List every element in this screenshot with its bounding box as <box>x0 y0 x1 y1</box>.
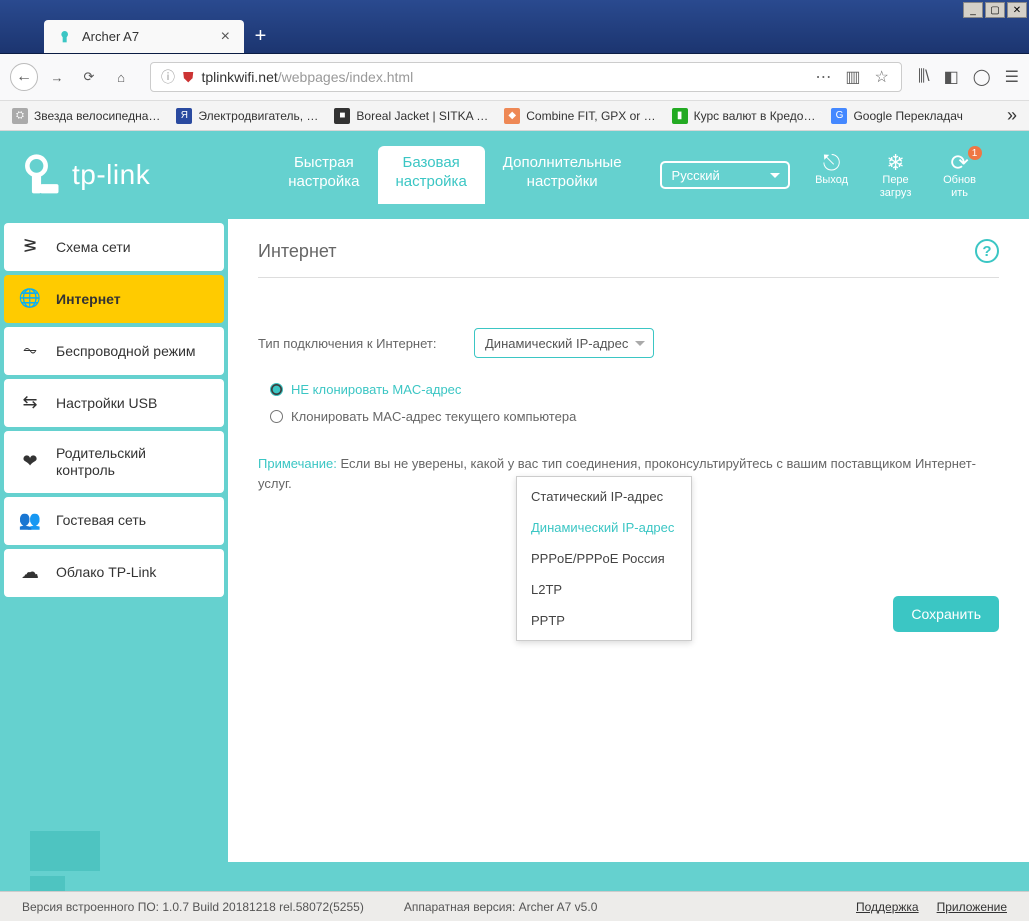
language-select[interactable]: Русский <box>660 161 790 189</box>
mac-option-clone[interactable]: Клонировать MAC-адрес текущего компьютер… <box>270 409 999 424</box>
back-button[interactable]: ← <box>10 63 38 91</box>
logo-text: tp-link <box>72 159 150 191</box>
globe-icon: 🌐 <box>20 289 40 309</box>
reboot-button[interactable]: ❄ Пере загруз <box>872 150 920 199</box>
reader-icon[interactable]: ▥ <box>845 67 862 87</box>
bookmark-item[interactable]: GGoogle Перекладач <box>831 108 962 124</box>
info-icon: ⓘ <box>161 67 175 87</box>
browser-toolbar: ← → ⟳ ⌂ ⓘ ⛊ tplinkwifi.net/webpages/inde… <box>0 54 1029 101</box>
tab-close-icon[interactable]: × <box>221 28 230 46</box>
tab-advanced[interactable]: Дополнительные настройки <box>485 146 640 204</box>
mac-option-noclone[interactable]: НЕ клонировать MAC-адрес <box>270 382 999 397</box>
wifi-icon: ⏦ <box>20 341 40 361</box>
update-icon: ⟳ <box>950 150 968 174</box>
url-host: tplinkwifi.net <box>202 69 278 85</box>
conn-type-select[interactable]: Динамический IP-адрес <box>474 328 654 358</box>
menu-icon[interactable]: ☰ <box>1005 67 1019 87</box>
favicon-tplink <box>58 29 74 45</box>
new-tab-button[interactable]: + <box>244 20 277 53</box>
sidebar-item-internet[interactable]: 🌐Интернет <box>4 275 224 323</box>
sidebar-item-usb[interactable]: ⇆Настройки USB <box>4 379 224 427</box>
library-icon[interactable]: ⫼\ <box>918 68 930 86</box>
network-map-icon: ᕒ <box>20 237 40 257</box>
cloud-icon: ☁ <box>20 563 40 583</box>
page-title: Интернет <box>258 241 337 262</box>
window-chrome: _ ▢ ✕ Archer A7 × + <box>0 0 1029 54</box>
insecure-icon: ⛊ <box>183 69 194 86</box>
bg-deco <box>30 831 100 871</box>
bookmarks-bar: ⛭Звезда велосипедна… ЯЭлектродвигатель, … <box>0 101 1029 131</box>
sidebar-item-cloud[interactable]: ☁Облако TP-Link <box>4 549 224 597</box>
support-link[interactable]: Поддержка <box>856 900 919 914</box>
mac-radio-clone[interactable] <box>270 410 283 423</box>
app-link[interactable]: Приложение <box>937 900 1007 914</box>
address-bar[interactable]: ⓘ ⛊ tplinkwifi.net/webpages/index.html ⋯… <box>150 62 902 92</box>
bookmark-item[interactable]: ■Boreal Jacket | SITKA … <box>334 108 488 124</box>
usb-icon: ⇆ <box>20 393 40 413</box>
conn-type-label: Тип подключения к Интернет: <box>258 336 474 351</box>
reload-button[interactable]: ⟳ <box>76 64 102 90</box>
router-page: tp-link Быстрая настройка Базовая настро… <box>0 131 1029 891</box>
conn-type-dropdown-list: Статический IP-адрес Динамический IP-адр… <box>516 476 692 641</box>
bookmark-item[interactable]: ▮Курс валют в Кредо… <box>672 108 816 124</box>
page-footer: Версия встроенного ПО: 1.0.7 Build 20181… <box>0 891 1029 921</box>
url-path: /webpages/index.html <box>278 69 413 85</box>
window-min-button[interactable]: _ <box>963 2 983 18</box>
reboot-icon: ❄ <box>886 150 904 174</box>
update-badge: 1 <box>968 146 982 160</box>
logout-button[interactable]: ⎋ Выход <box>808 150 856 199</box>
logo: tp-link <box>20 153 150 197</box>
logout-icon: ⎋ <box>823 150 840 174</box>
forward-button[interactable]: → <box>44 64 70 90</box>
account-icon[interactable]: ◯ <box>973 67 991 87</box>
bg-deco <box>30 876 65 891</box>
tab-quick-setup[interactable]: Быстрая настройка <box>270 146 377 204</box>
update-button[interactable]: 1 ⟳ Обнов ить <box>936 150 984 199</box>
page-header: tp-link Быстрая настройка Базовая настро… <box>0 131 1029 219</box>
save-button[interactable]: Сохранить <box>893 596 999 632</box>
tab-basic[interactable]: Базовая настройка <box>378 146 485 204</box>
window-max-button[interactable]: ▢ <box>985 2 1005 18</box>
sidebar-item-parental[interactable]: ❤Родительский контроль <box>4 431 224 493</box>
bookmark-item[interactable]: ⛭Звезда велосипедна… <box>12 108 160 124</box>
main-tabs: Быстрая настройка Базовая настройка Допо… <box>270 146 639 204</box>
heart-icon: ❤ <box>20 452 40 472</box>
sidebar-item-guest[interactable]: 👥Гостевая сеть <box>4 497 224 545</box>
conn-opt-l2tp[interactable]: L2TP <box>517 574 691 605</box>
conn-opt-static[interactable]: Статический IP-адрес <box>517 481 691 512</box>
mac-radio-noclone[interactable] <box>270 383 283 396</box>
bookmark-item[interactable]: ◆Combine FIT, GPX or … <box>504 108 655 124</box>
bookmarks-overflow-icon[interactable]: » <box>1007 105 1017 126</box>
hardware-version: Аппаратная версия: Archer A7 v5.0 <box>404 900 598 914</box>
firmware-version: Версия встроенного ПО: 1.0.7 Build 20181… <box>22 900 364 914</box>
users-icon: 👥 <box>20 511 40 531</box>
window-close-button[interactable]: ✕ <box>1007 2 1027 18</box>
tab-title: Archer A7 <box>82 29 139 44</box>
sidebar-item-wireless[interactable]: ⏦Беспроводной режим <box>4 327 224 375</box>
sidebar-item-network-map[interactable]: ᕒСхема сети <box>4 223 224 271</box>
conn-opt-dynamic[interactable]: Динамический IP-адрес <box>517 512 691 543</box>
sidebar-toggle-icon[interactable]: ◧ <box>944 67 959 87</box>
more-icon[interactable]: ⋯ <box>815 67 833 87</box>
conn-opt-pppoe[interactable]: PPPoE/PPPoE Россия <box>517 543 691 574</box>
bookmark-item[interactable]: ЯЭлектродвигатель, … <box>176 108 318 124</box>
browser-tab[interactable]: Archer A7 × <box>44 20 244 53</box>
help-icon[interactable]: ? <box>975 239 999 263</box>
conn-opt-pptp[interactable]: PPTP <box>517 605 691 636</box>
sidebar: ᕒСхема сети 🌐Интернет ⏦Беспроводной режи… <box>0 219 228 862</box>
bookmark-star-icon[interactable]: ☆ <box>874 67 890 87</box>
home-button[interactable]: ⌂ <box>108 64 134 90</box>
